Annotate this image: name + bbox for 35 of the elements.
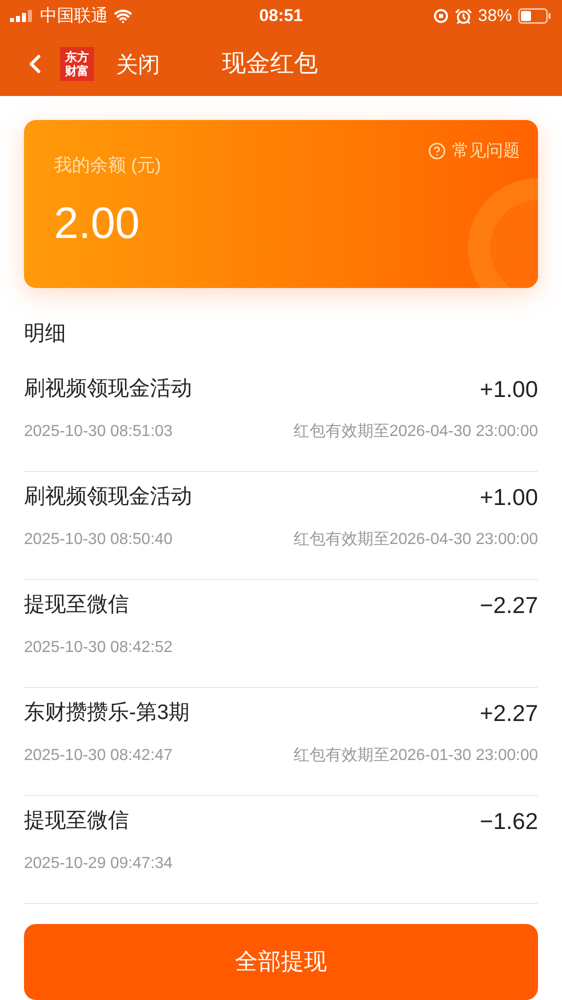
carrier-name: 中国联通 <box>40 5 108 28</box>
record-time: 2025-10-30 08:50:40 <box>24 530 173 550</box>
withdraw-all-button[interactable]: 全部提现 <box>24 924 538 1000</box>
app-logo: 东方 财富 <box>60 47 94 81</box>
alarm-icon <box>454 8 472 24</box>
record-title: 提现至微信 <box>24 808 129 834</box>
help-icon <box>428 142 446 160</box>
page-title: 现金红包 <box>222 49 318 79</box>
faq-link[interactable]: 常见问题 <box>428 138 520 164</box>
wifi-icon <box>114 7 132 25</box>
record-time: 2025-10-29 09:47:34 <box>24 854 173 874</box>
record-amount: +1.00 <box>480 374 538 404</box>
battery-percent: 38% <box>478 5 512 28</box>
record-title: 刷视频领现金活动 <box>24 484 192 510</box>
record-time: 2025-10-30 08:51:03 <box>24 422 173 442</box>
balance-label: 我的余额 (元) <box>54 154 161 177</box>
status-time: 08:51 <box>258 5 304 28</box>
record-time: 2025-10-30 08:42:52 <box>24 638 173 658</box>
balance-amount: 2.00 <box>54 198 141 250</box>
record-amount: +1.00 <box>480 482 538 512</box>
record-amount: −1.62 <box>480 806 538 836</box>
signal-icon <box>10 10 34 22</box>
section-title: 明细 <box>24 321 67 347</box>
record-amount: +2.27 <box>480 698 538 728</box>
record-title: 提现至微信 <box>24 592 129 618</box>
battery-icon <box>518 8 552 24</box>
record-note: 红包有效期至2026-04-30 23:00:00 <box>293 422 538 442</box>
record-time: 2025-10-30 08:42:47 <box>24 746 173 766</box>
record-amount: −2.27 <box>480 590 538 620</box>
record-title: 刷视频领现金活动 <box>24 376 192 402</box>
close-button[interactable]: 关闭 <box>116 48 160 80</box>
record-note: 红包有效期至2026-01-30 23:00:00 <box>293 746 538 766</box>
record-note: 红包有效期至2026-04-30 23:00:00 <box>293 530 538 550</box>
rotation-lock-icon <box>432 8 449 24</box>
record-title: 东财攒攒乐-第3期 <box>24 700 190 726</box>
